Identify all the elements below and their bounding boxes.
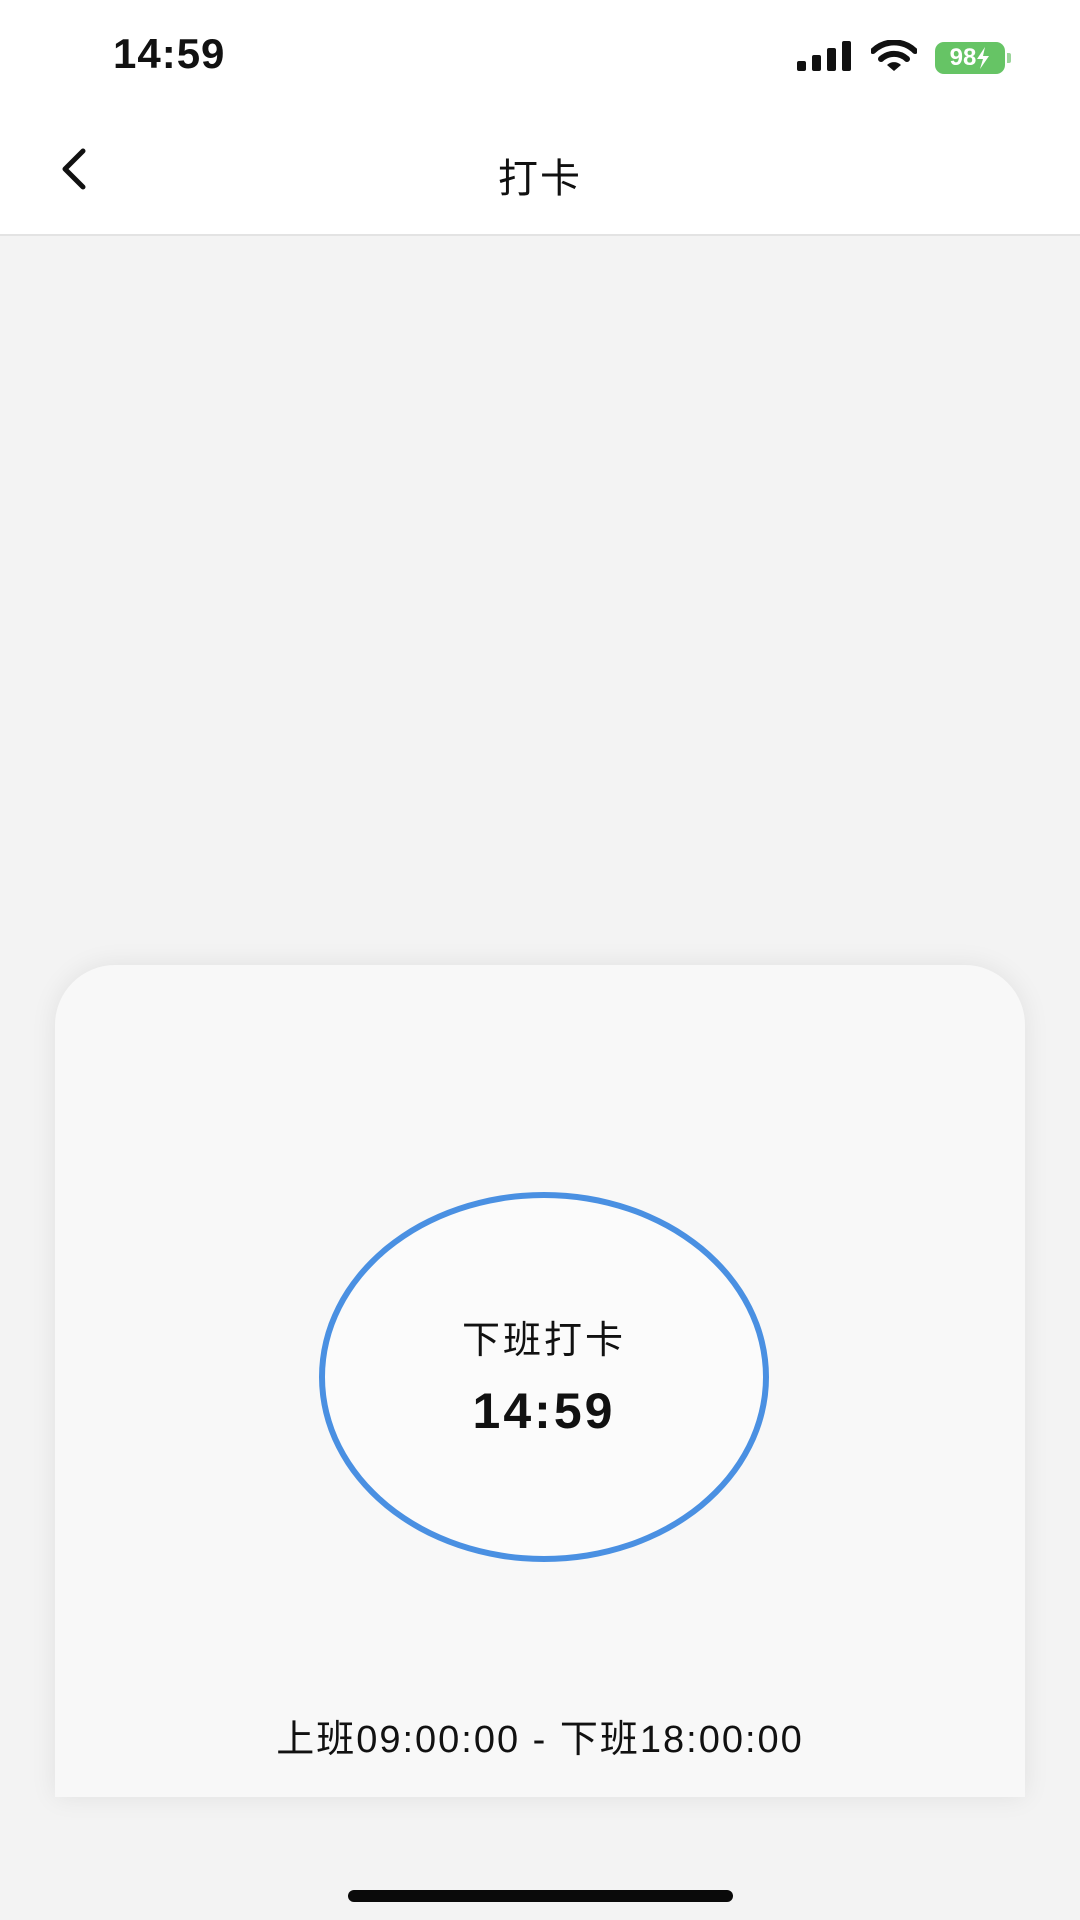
punch-card: 下班打卡 14:59 上班09:00:00 - 下班18:00:00 (55, 965, 1025, 1797)
status-time: 14:59 (113, 30, 226, 77)
nav-bar: 打卡 (0, 110, 1080, 236)
charging-bolt-icon (977, 47, 990, 69)
battery-charging-icon: 98 (935, 42, 1011, 74)
punch-time: 14:59 (472, 1382, 616, 1439)
wifi-icon (870, 39, 918, 76)
status-bar: 14:59 98 (0, 0, 1080, 110)
status-icons: 98 (797, 38, 1011, 78)
work-schedule: 上班09:00:00 - 下班18:00:00 (276, 1719, 804, 1761)
battery-level: 98 (949, 44, 977, 71)
punch-out-button[interactable]: 下班打卡 14:59 (319, 1192, 769, 1562)
punch-label: 下班打卡 (461, 1317, 626, 1362)
home-indicator[interactable] (348, 1890, 733, 1902)
signal-icon (797, 41, 853, 75)
page-title: 打卡 (498, 156, 582, 202)
